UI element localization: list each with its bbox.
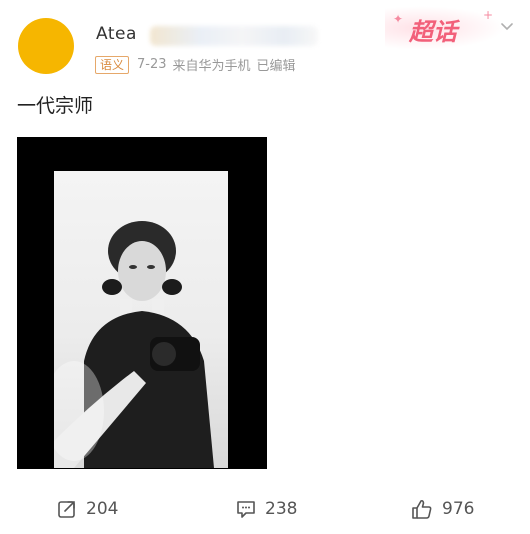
portrait-illustration: [54, 221, 214, 468]
sparkle-icon: +: [483, 8, 494, 22]
edited-label[interactable]: 已编辑: [257, 55, 296, 74]
like-count: 976: [442, 499, 475, 519]
thumbs-up-icon: [412, 499, 432, 519]
action-bar: 204 238 976: [0, 488, 530, 534]
photo: [54, 171, 228, 468]
post-text: 一代宗师: [17, 95, 94, 117]
post-meta: 语义 7-23 来自华为手机 已编辑: [95, 55, 302, 74]
chevron-down-icon[interactable]: [500, 20, 514, 34]
avatar[interactable]: [18, 18, 74, 74]
like-button[interactable]: 976: [410, 498, 474, 520]
language-badge[interactable]: 语义: [95, 55, 130, 74]
supertopic-label: 超话: [409, 18, 457, 46]
comment-button[interactable]: 238: [235, 498, 297, 520]
username[interactable]: Atea: [96, 24, 137, 44]
repost-icon: [58, 501, 75, 518]
username-blurred-region: [150, 26, 318, 46]
post-source: 来自华为手机: [172, 59, 251, 74]
comment-count: 238: [265, 499, 298, 519]
repost-count: 204: [86, 499, 119, 519]
repost-button[interactable]: 204: [56, 498, 118, 520]
supertopic-button[interactable]: ✦ + 超话: [385, 6, 505, 50]
sparkle-icon: ✦: [393, 12, 404, 26]
post-date: 7-23: [137, 57, 167, 72]
comment-icon: [237, 501, 255, 518]
weibo-post: Atea 语义 7-23 来自华为手机 已编辑 ✦ + 超话 一代宗师 204 …: [0, 0, 530, 534]
post-image[interactable]: [17, 137, 267, 469]
